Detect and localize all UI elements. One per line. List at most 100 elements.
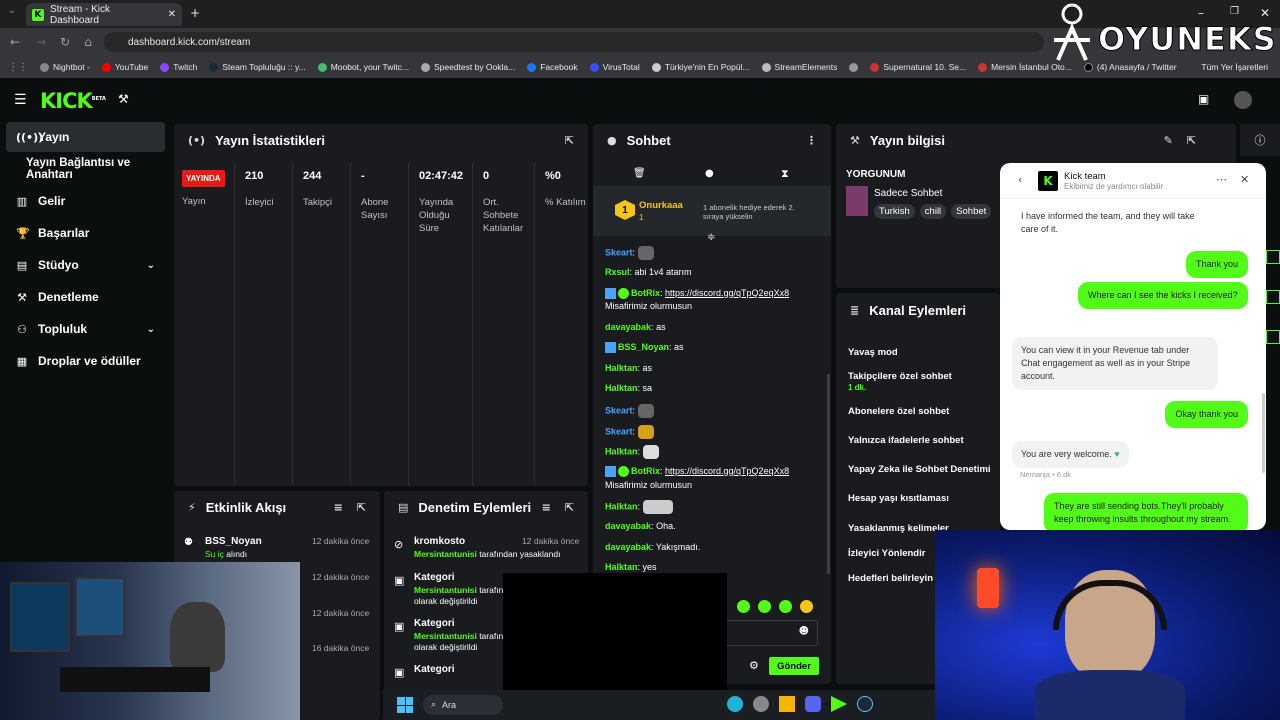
bookmark-steam[interactable]: Steam Topluluğu :: y... bbox=[209, 62, 306, 72]
tab-close-icon[interactable]: ✕ bbox=[168, 9, 176, 20]
popout-icon[interactable]: ⇱ bbox=[565, 134, 574, 147]
chat-link[interactable]: https://discord.gg/qTpQ2eqXx8 bbox=[665, 288, 789, 298]
kick-logo[interactable]: KICKBETA bbox=[40, 89, 106, 113]
stat-engagement: %0% Katılım bbox=[534, 162, 588, 486]
windows-start-icon[interactable] bbox=[397, 697, 413, 713]
edit-icon[interactable]: ✎ bbox=[1164, 134, 1173, 147]
discord-icon[interactable] bbox=[805, 696, 821, 712]
browser-tab[interactable]: K Stream - Kick Dashboard ✕ bbox=[26, 3, 182, 26]
action-account-age[interactable]: Hesap yaşı kısıtlaması bbox=[848, 493, 949, 504]
bookmark-speedtest[interactable]: Speedtest by Ookla... bbox=[420, 62, 515, 72]
sidebar-item-community[interactable]: ⚇ Topluluk ⌄ bbox=[6, 314, 165, 344]
tag[interactable]: chill bbox=[919, 204, 947, 219]
action-banned-words[interactable]: Yasaklanmış kelimeler bbox=[848, 523, 949, 534]
hammer-icon: ⚒ bbox=[850, 133, 860, 147]
kick-topbar: ☰ ⚒ ▣ bbox=[0, 80, 1280, 120]
action-subscribers-only[interactable]: Abonelere özel sohbet bbox=[848, 406, 949, 417]
bookmark-youtube[interactable]: YouTube bbox=[101, 62, 148, 72]
emoji-icon[interactable]: ☻ bbox=[799, 626, 809, 637]
url-bar[interactable]: dashboard.kick.com/stream bbox=[104, 32, 1044, 52]
sidebar-item-revenue[interactable]: ▥ Gelir bbox=[6, 186, 165, 216]
edge-icon[interactable] bbox=[727, 696, 743, 712]
action-slow-mode[interactable]: Yavaş mod bbox=[848, 347, 898, 358]
action-ai-moderation[interactable]: Yapay Zeka ile Sohbet Denetimi bbox=[848, 464, 991, 475]
mod-item-desc2: olarak değiştirildi bbox=[414, 642, 478, 652]
chat-title: Sohbet bbox=[626, 132, 671, 148]
store-icon[interactable] bbox=[779, 696, 795, 712]
bookmark-nightbot[interactable]: Nightbot - bbox=[40, 62, 90, 72]
popout-icon[interactable]: ⇱ bbox=[1187, 134, 1196, 147]
webcam-overlay-right bbox=[935, 530, 1280, 720]
search-icon: ⌕ bbox=[431, 700, 437, 710]
popout-icon[interactable]: ⇱ bbox=[565, 501, 574, 514]
pinned-leaderboard[interactable]: 1 Onurkaaa 1 1 abonelik hediye ederek 2.… bbox=[593, 186, 831, 236]
taskbar-search[interactable]: ⌕ Ara bbox=[423, 695, 503, 715]
trash-icon[interactable]: 🗑 bbox=[633, 168, 646, 179]
send-button[interactable]: Gönder bbox=[769, 657, 819, 675]
app-icon[interactable] bbox=[753, 696, 769, 712]
emote-icon[interactable] bbox=[737, 600, 750, 613]
action-followers-only[interactable]: Takipçilere özel sohbet bbox=[848, 371, 952, 382]
sidebar-item-drops[interactable]: ▦ Droplar ve ödüller bbox=[6, 346, 165, 376]
new-tab-icon[interactable]: + bbox=[190, 6, 200, 20]
sidebar-item-stream-key[interactable]: Yayın Bağlantısı ve Anahtarı bbox=[6, 154, 176, 184]
hourglass-icon[interactable]: ⧗ bbox=[781, 167, 789, 181]
chevron-down-icon: ⌄ bbox=[146, 259, 155, 271]
hammer-icon[interactable]: ⚒ bbox=[118, 92, 129, 106]
category-thumbnail bbox=[846, 186, 868, 216]
stat-followers: 244 Takipçi bbox=[292, 162, 350, 486]
bookmark-facebook[interactable]: Facebook bbox=[527, 62, 578, 72]
bookmark-twitch[interactable]: Twitch bbox=[160, 62, 197, 72]
info-icon[interactable]: ⓘ bbox=[1240, 124, 1280, 156]
emote-icon[interactable] bbox=[800, 600, 813, 613]
reload-icon[interactable]: ↻ bbox=[60, 35, 70, 49]
close-icon[interactable]: ✕ bbox=[1240, 173, 1249, 186]
sidebar-item-stream[interactable]: ((•)) Yayın bbox=[6, 122, 165, 152]
chat-input[interactable]: ☻ bbox=[723, 620, 818, 646]
home-icon[interactable]: ⌂ bbox=[84, 35, 92, 49]
emote-icon[interactable] bbox=[779, 600, 792, 613]
sidebar-item-moderation[interactable]: ⚒ Denetleme bbox=[6, 282, 165, 312]
back-icon[interactable]: ‹ bbox=[1018, 173, 1022, 186]
stat-subscribers: - Abone Sayısı bbox=[350, 162, 408, 486]
emote-icon[interactable] bbox=[758, 600, 771, 613]
apps-icon[interactable]: ⋮⋮ bbox=[8, 62, 28, 73]
bookmark-supernatural[interactable]: Supernatural 10. Se... bbox=[870, 62, 966, 72]
action-emote-only[interactable]: Yalnızca ifadelerle sohbet bbox=[848, 435, 964, 446]
back-icon[interactable]: ← bbox=[10, 35, 20, 49]
edge-marker bbox=[1266, 290, 1280, 304]
menu-icon[interactable]: ☰ bbox=[14, 92, 27, 108]
bookmark-globe[interactable] bbox=[849, 62, 859, 72]
popout-icon[interactable]: ⇱ bbox=[357, 501, 366, 514]
steam-icon[interactable] bbox=[857, 696, 873, 712]
kick-app-icon[interactable] bbox=[831, 696, 847, 712]
tag[interactable]: Turkish bbox=[874, 204, 915, 219]
user-icon: ⚉ bbox=[184, 537, 193, 548]
message-icon[interactable]: ● bbox=[705, 168, 714, 179]
moderator-badge-icon bbox=[605, 466, 616, 478]
filter-icon[interactable]: ≡ bbox=[542, 501, 551, 514]
bookmark-moobot[interactable]: Moobot, your Twitc... bbox=[317, 62, 409, 72]
mod-item-desc: Mersintantunisi tarafından bbox=[414, 631, 518, 641]
sidebar-item-achievements[interactable]: 🏆 Başarılar bbox=[6, 218, 165, 248]
stats-panel: (•) Yayın İstatistikleri ⇱ YAYINDA Yayın 2… bbox=[174, 124, 588, 486]
collapse-icon[interactable]: ≑ bbox=[707, 232, 715, 243]
chat-scrollbar[interactable] bbox=[827, 374, 830, 574]
chat-link[interactable]: https://discord.gg/qTpQ2eqXx8 bbox=[665, 466, 789, 476]
action-host[interactable]: İzleyici Yönlendir bbox=[848, 548, 925, 559]
tab-search-icon[interactable]: ⌄ bbox=[8, 6, 16, 16]
avatar[interactable] bbox=[1234, 91, 1252, 109]
filter-icon[interactable]: ≡ bbox=[334, 501, 343, 514]
more-icon[interactable]: ⋯ bbox=[1216, 173, 1227, 186]
wallet-icon[interactable]: ▣ bbox=[1198, 92, 1209, 106]
tag[interactable]: Sohbet bbox=[951, 204, 992, 219]
action-goals[interactable]: Hedefleri belirleyin bbox=[848, 573, 933, 584]
more-icon[interactable]: ⋮ bbox=[806, 134, 817, 147]
forward-icon[interactable]: → bbox=[36, 35, 46, 49]
bookmark-streamelements[interactable]: StreamElements bbox=[761, 62, 837, 72]
bookmark-turkiye[interactable]: Türkiye'nin En Popül... bbox=[651, 62, 750, 72]
settings-icon[interactable]: ⚙ bbox=[749, 659, 759, 672]
support-scrollbar[interactable] bbox=[1262, 393, 1265, 473]
sidebar-item-studio[interactable]: ▤ Stüdyo ⌄ bbox=[6, 250, 165, 280]
bookmark-virustotal[interactable]: VirusTotal bbox=[589, 62, 640, 72]
